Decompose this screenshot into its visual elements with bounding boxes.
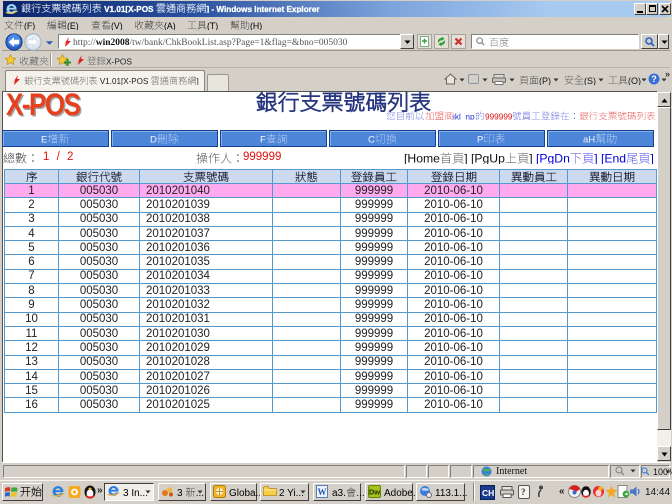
svg-text:]: ] [197,77,199,85]
svg-text:aH: aH [583,135,595,144]
svg-text:...: ... [356,488,364,497]
svg-text:X-POS: X-POS [106,56,132,65]
svg-text:ikl_np: ikl_np [453,112,475,120]
svg-text:]: ] [529,152,536,164]
svg-text:Globa...: Globa... [229,488,264,497]
svg-text:E: E [41,135,47,144]
svg-text:(S): (S) [584,75,596,84]
svg-text:999999: 999999 [485,112,513,120]
svg-text:(F): (F) [24,20,35,29]
svg-text:V1.01[X-POS: V1.01[X-POS [98,77,151,85]
svg-text:]: ] [651,152,654,164]
svg-text:(P): (P) [539,75,551,84]
svg-text:(E): (E) [67,20,79,29]
svg-text:(H): (H) [250,20,262,29]
svg-text:Dw: Dw [369,488,380,497]
svg-text:?: ? [651,74,657,84]
svg-text:(A): (A) [164,20,176,29]
svg-text:]: ] [594,152,601,164]
svg-text:C: C [368,135,375,144]
svg-text:P: P [477,135,483,144]
svg-text:]: ] [464,152,471,164]
svg-text:[PgDn: [PgDn [536,152,570,164]
svg-text:] - Windows Internet Explorer: ] - Windows Internet Explorer [206,5,320,13]
svg-text:[PgUp: [PgUp [471,152,505,164]
svg-text:(V): (V) [111,20,123,29]
svg-text:D: D [150,135,157,144]
svg-text:W: W [318,487,327,497]
svg-text:3: 3 [177,488,185,497]
svg-text:(O): (O) [628,75,641,84]
svg-text:(T): (T) [207,20,218,29]
svg-text:[Home: [Home [404,152,440,164]
svg-text:a3.: a3. [332,488,346,497]
svg-text:V1.01[X-POS: V1.01[X-POS [102,5,156,13]
svg-text:[End: [End [601,152,626,164]
svg-text:F: F [260,135,266,144]
svg-text:113.1...: 113.1... [435,488,468,497]
